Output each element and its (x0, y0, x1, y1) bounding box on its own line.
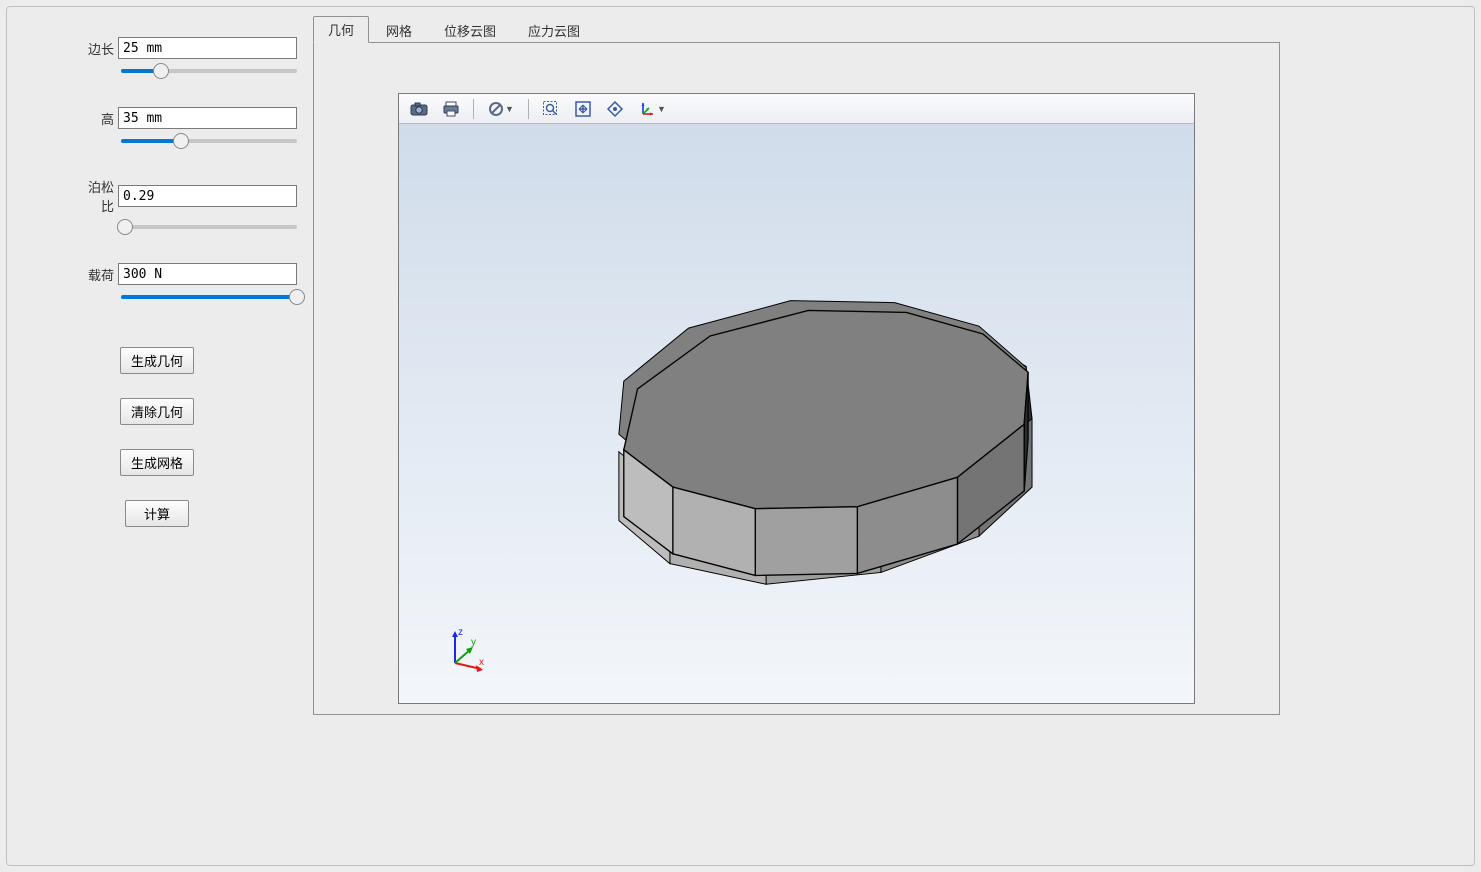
clear-geometry-button[interactable]: 清除几何 (120, 398, 194, 425)
generate-mesh-button[interactable]: 生成网格 (120, 449, 194, 476)
height-slider-thumb[interactable] (173, 133, 189, 149)
chevron-down-icon: ▼ (657, 104, 666, 114)
tab-displacement[interactable]: 位移云图 (429, 17, 511, 43)
poisson-slider-thumb[interactable] (117, 219, 133, 235)
viewer: ▼ (398, 93, 1195, 704)
edge-slider-thumb[interactable] (153, 63, 169, 79)
param-height-label: 高 (77, 109, 114, 128)
axis-icon (638, 100, 656, 118)
poisson-slider[interactable] (121, 217, 297, 237)
tab-geometry[interactable]: 几何 (313, 16, 369, 43)
edge-slider-row (17, 59, 297, 97)
sidebar: 边长 高 泊松比 (7, 7, 307, 865)
height-slider[interactable] (121, 131, 297, 151)
height-input[interactable] (118, 107, 297, 129)
param-poisson-row: 泊松比 (17, 177, 297, 215)
screenshot-button[interactable] (405, 97, 433, 121)
param-edge-label: 边长 (77, 39, 114, 58)
camera-icon (410, 102, 428, 116)
param-edge-row: 边长 (17, 37, 297, 59)
axis-dropdown-button[interactable]: ▼ (633, 97, 671, 121)
main-area: 几何 网格 位移云图 应力云图 ▼ (313, 19, 1280, 715)
edge-slider[interactable] (121, 61, 297, 81)
zoom-extents-icon (574, 100, 592, 118)
edge-input[interactable] (118, 37, 297, 59)
zoom-selection-button[interactable] (601, 97, 629, 121)
geom-side-4 (755, 507, 857, 576)
forbid-dropdown-button[interactable]: ▼ (482, 97, 520, 121)
param-load-label: 载荷 (77, 265, 114, 284)
geometry-model (399, 124, 1194, 703)
zoom-window-button[interactable] (537, 97, 565, 121)
zoom-extents-button[interactable] (569, 97, 597, 121)
zoom-window-icon (542, 100, 560, 118)
toolbar-separator (473, 99, 474, 119)
print-button[interactable] (437, 97, 465, 121)
forbid-icon (488, 101, 504, 117)
printer-icon (442, 101, 460, 117)
zoom-selection-icon (606, 100, 624, 118)
chevron-down-icon: ▼ (505, 104, 514, 114)
tab-stress[interactable]: 应力云图 (513, 17, 595, 43)
height-slider-row (17, 129, 297, 167)
tab-content: ▼ (313, 42, 1280, 715)
load-slider-row (17, 285, 297, 323)
poisson-input[interactable] (118, 185, 297, 207)
toolbar-separator (528, 99, 529, 119)
viewer-canvas[interactable]: z x y (399, 124, 1194, 703)
load-slider-thumb[interactable] (289, 289, 305, 305)
tab-mesh[interactable]: 网格 (371, 17, 427, 43)
load-input[interactable] (118, 263, 297, 285)
load-slider[interactable] (121, 287, 297, 307)
viewer-toolbar: ▼ (399, 94, 1194, 124)
param-load-row: 载荷 (17, 263, 297, 285)
calculate-button[interactable]: 计算 (125, 500, 189, 527)
app-window: 边长 高 泊松比 (6, 6, 1475, 866)
tabs: 几何 网格 位移云图 应力云图 (313, 19, 1280, 43)
param-height-row: 高 (17, 107, 297, 129)
poisson-slider-row (17, 215, 297, 253)
generate-geometry-button[interactable]: 生成几何 (120, 347, 194, 374)
param-poisson-label: 泊松比 (77, 177, 114, 215)
